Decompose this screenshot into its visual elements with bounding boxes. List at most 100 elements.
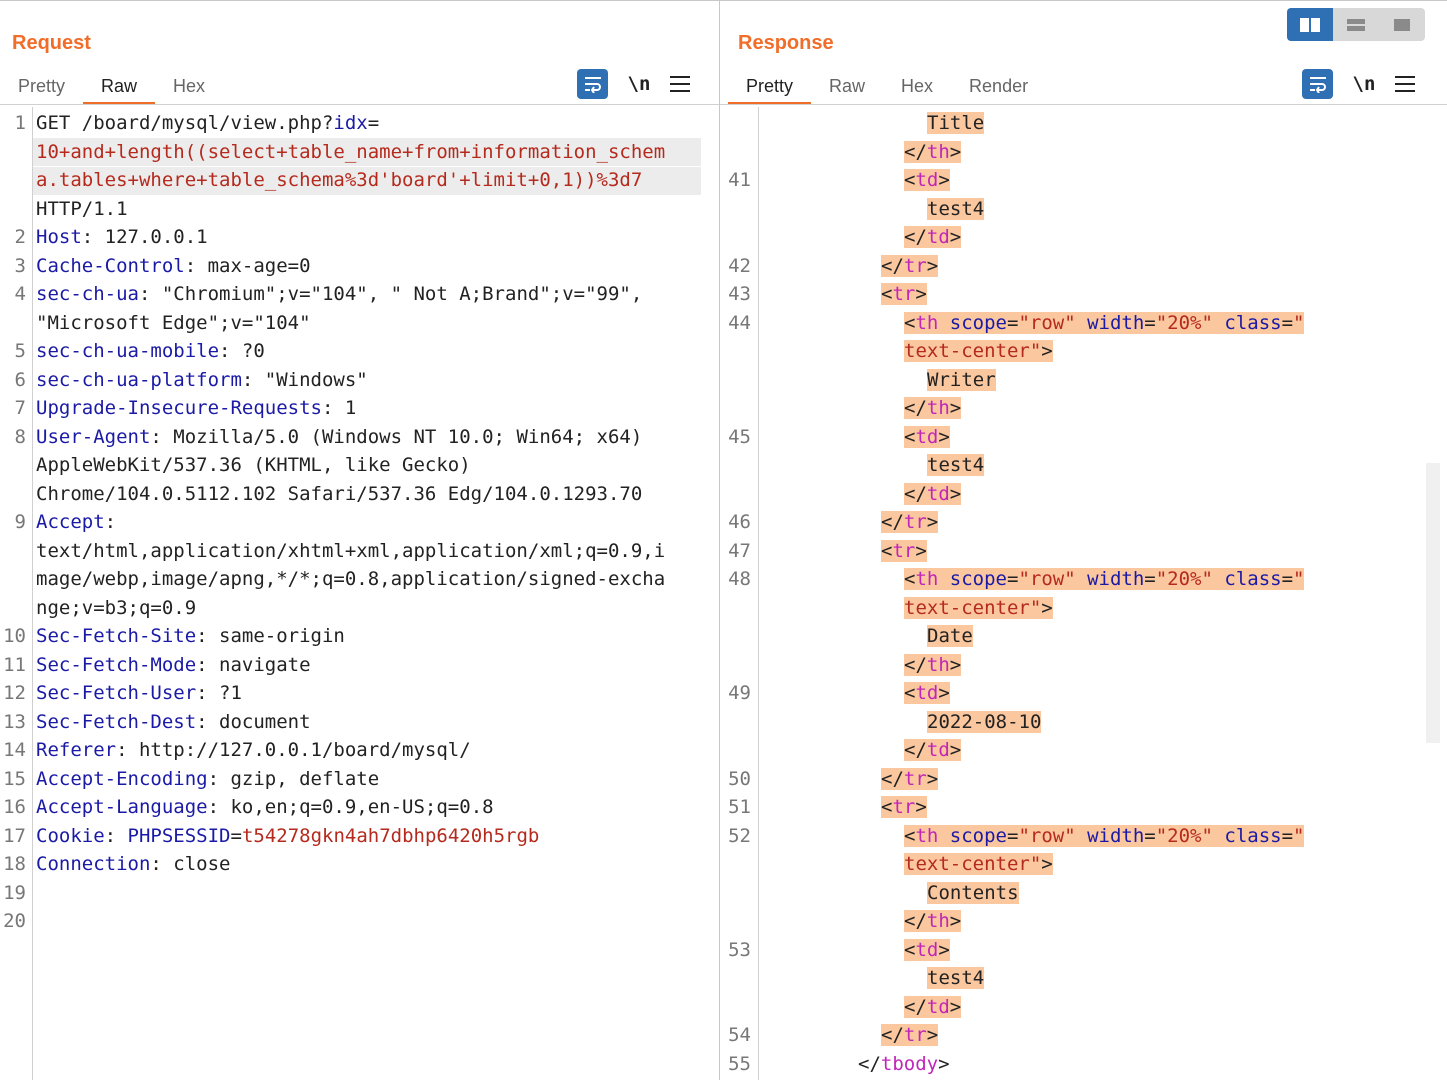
- request-tabs: Pretty Raw Hex: [0, 67, 223, 105]
- response-scrollbar[interactable]: [1426, 463, 1440, 743]
- code-token: text/html,application/xhtml+xml,applicat…: [36, 539, 666, 562]
- menu-icon[interactable]: [1395, 76, 1415, 92]
- code-token: Contents: [927, 881, 1019, 904]
- code-token: Accept: [36, 511, 105, 533]
- code-token: <: [904, 682, 916, 704]
- line-number: 1: [14, 112, 26, 134]
- gutter-divider: [32, 107, 33, 1080]
- code-token: <: [904, 169, 916, 191]
- code-line: nge;v=b3;q=0.9: [36, 594, 196, 623]
- code-token: tbody: [880, 1052, 939, 1075]
- code-token: nge;v=b3;q=0.9: [36, 596, 197, 619]
- line-number: 41: [728, 169, 751, 191]
- line-number: 43: [728, 283, 751, 305]
- request-editor[interactable]: 1 GET /board/mysql/view.php?idx= 10+and+le…: [0, 107, 719, 1080]
- code-token: "20%": [1155, 311, 1213, 334]
- code-line: User-Agent: Mozilla/5.0 (Windows NT 10.0…: [36, 423, 642, 452]
- tab-raw[interactable]: Raw: [811, 67, 883, 105]
- code-token: sec-ch-ua-platform: [36, 368, 242, 391]
- code-token: 10+and+length((select+table_name+from+in…: [36, 140, 666, 163]
- code-token: td: [915, 938, 939, 961]
- code-token: sec-ch-ua: [36, 283, 139, 305]
- code-token: tr: [892, 283, 916, 305]
- code-token: >: [949, 739, 962, 761]
- tab-pretty[interactable]: Pretty: [0, 67, 83, 105]
- code-line: Connection: close: [36, 850, 230, 879]
- wrap-lines-icon[interactable]: [577, 69, 608, 99]
- code-token: >: [949, 910, 962, 932]
- line-number: 49: [728, 682, 751, 704]
- code-token: >: [949, 226, 962, 248]
- code-token: : ?1: [196, 682, 242, 704]
- code-token: td: [915, 425, 939, 448]
- split-horizontal-icon[interactable]: [1287, 8, 1333, 41]
- code-line: <td>: [904, 936, 950, 965]
- code-token: td: [915, 169, 939, 191]
- code-token: sec-ch-ua-mobile: [36, 340, 220, 362]
- code-token: th: [926, 397, 950, 419]
- line-number: 50: [728, 767, 751, 790]
- code-token: tr: [903, 1024, 927, 1046]
- code-line: test4: [927, 964, 985, 993]
- code-token: width: [1075, 824, 1145, 847]
- code-token: >: [949, 653, 962, 676]
- code-token: "Microsoft Edge";v="104": [36, 311, 311, 334]
- split-vertical-icon[interactable]: [1333, 8, 1379, 41]
- code-token: </: [904, 397, 927, 419]
- code-token: </: [904, 482, 927, 505]
- code-line: sec-ch-ua: "Chromium";v="104", " Not A;B…: [36, 280, 642, 309]
- code-token: =: [1006, 311, 1019, 334]
- code-line: GET /board/mysql/view.php?idx=: [36, 109, 379, 138]
- code-line: </td>: [904, 736, 962, 765]
- tab-hex[interactable]: Hex: [883, 67, 951, 105]
- code-line: <td>: [904, 679, 950, 708]
- line-number: 20: [3, 910, 26, 932]
- code-token: GET /board/mysql/view.php?: [36, 112, 334, 134]
- code-token: User-Agent: [36, 425, 151, 448]
- line-number: 5: [14, 340, 26, 362]
- code-token: td: [926, 995, 950, 1018]
- newline-toggle-button[interactable]: \n: [1351, 73, 1377, 95]
- code-token: : gzip, deflate: [207, 767, 380, 790]
- line-number: 12: [3, 682, 26, 704]
- code-token: </: [858, 1052, 881, 1075]
- code-token: text-center: [904, 596, 1030, 619]
- code-token: >: [1041, 340, 1053, 362]
- line-number: 51: [728, 796, 751, 818]
- code-token: 2022-08-10: [927, 710, 1042, 733]
- code-line: text/html,application/xhtml+xml,applicat…: [36, 537, 665, 566]
- tab-divider: [720, 104, 1447, 105]
- single-pane-icon[interactable]: [1379, 8, 1425, 41]
- code-token: td: [926, 226, 950, 248]
- code-token: th: [926, 140, 950, 163]
- code-line: Accept:: [36, 508, 116, 537]
- response-title: Response: [738, 32, 834, 54]
- code-line: </td>: [904, 480, 962, 509]
- code-line: </td>: [904, 223, 962, 252]
- line-number: 14: [3, 739, 26, 761]
- code-token: mage/webp,image/apng,*/*;q=0.8,applicati…: [36, 568, 666, 590]
- response-editor[interactable]: Title </th> 41 <td> test4 </td> 42 </tr> 43 <tr> 4…: [720, 107, 1447, 1080]
- code-token: =: [1006, 568, 1019, 590]
- code-line: Contents: [927, 879, 1019, 908]
- newline-toggle-button[interactable]: \n: [626, 73, 652, 95]
- code-line: </tr>: [881, 252, 939, 281]
- tab-hex[interactable]: Hex: [155, 67, 223, 105]
- code-line: Referer: http://127.0.0.1/board/mysql/: [36, 736, 471, 765]
- line-number: 42: [728, 254, 751, 277]
- code-token: td: [926, 739, 950, 761]
- menu-icon[interactable]: [670, 76, 690, 92]
- tab-render[interactable]: Render: [951, 67, 1046, 105]
- code-token: width: [1075, 311, 1145, 334]
- tab-raw[interactable]: Raw: [83, 67, 156, 105]
- code-token: >: [1041, 596, 1053, 619]
- code-token: test4: [927, 197, 985, 220]
- code-token: >: [926, 511, 939, 533]
- code-line: <td>: [904, 423, 950, 452]
- wrap-lines-icon[interactable]: [1302, 69, 1333, 99]
- code-token: <: [904, 938, 916, 961]
- tab-pretty[interactable]: Pretty: [728, 67, 812, 105]
- code-token: </: [881, 254, 904, 277]
- line-number: 18: [3, 853, 26, 875]
- code-token: >: [949, 482, 962, 505]
